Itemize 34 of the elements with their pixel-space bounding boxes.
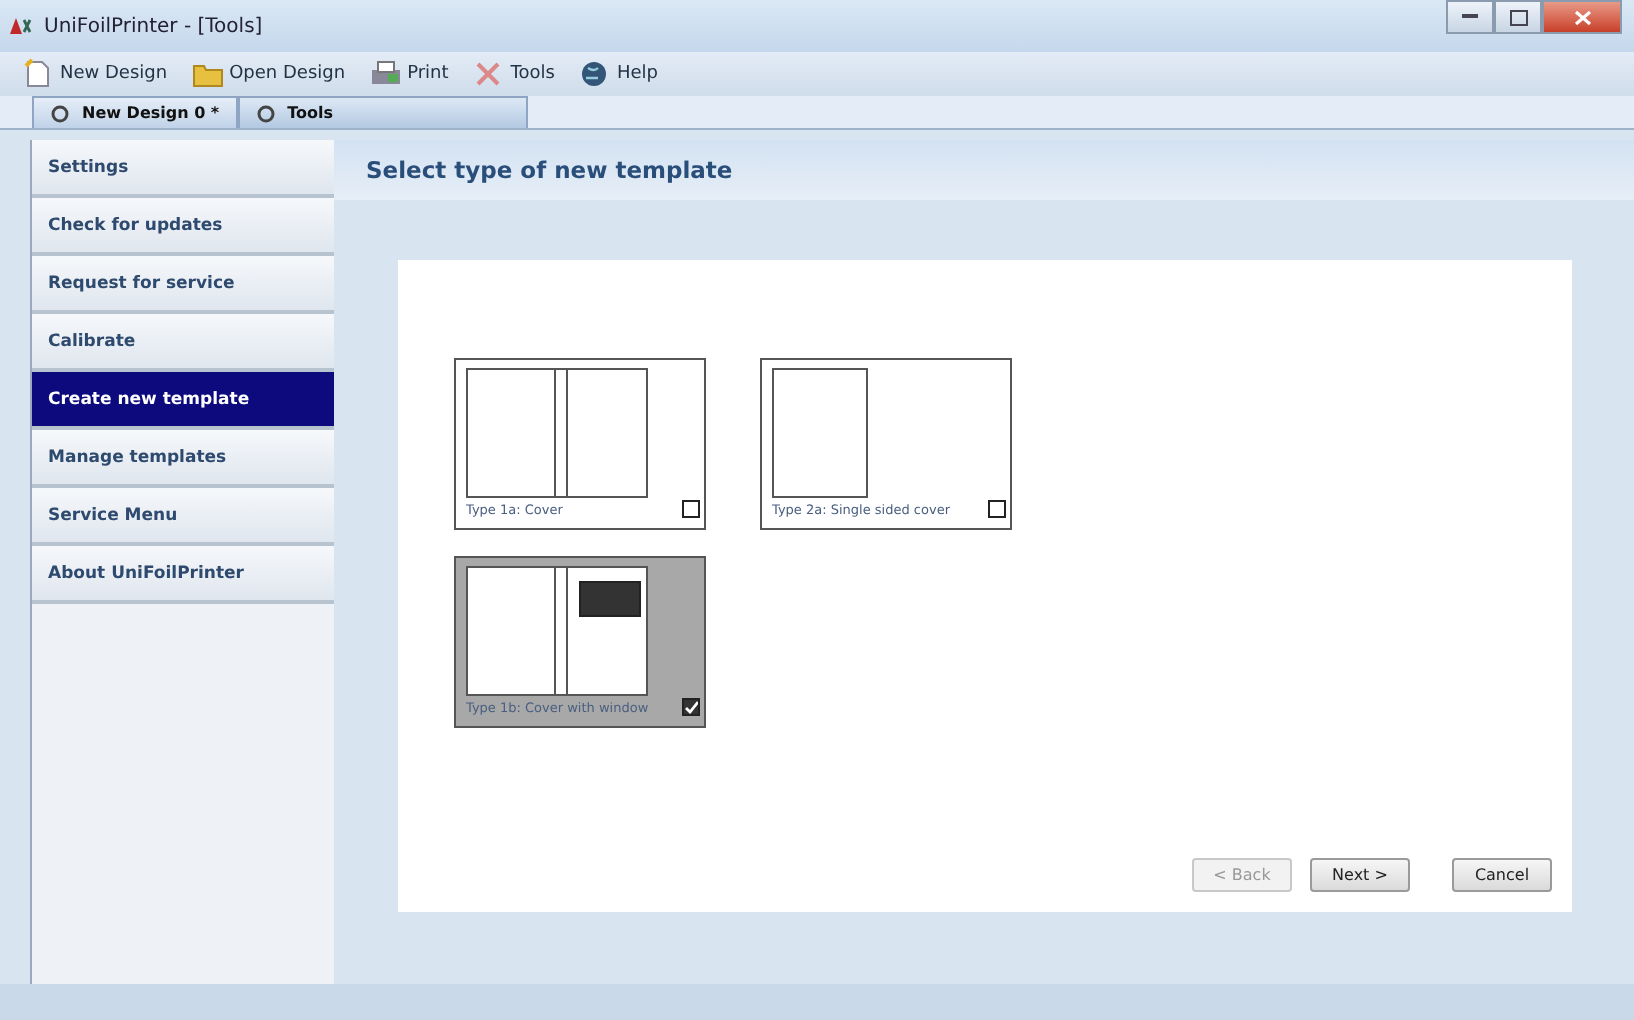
toolbar-button[interactable]: New Design	[16, 58, 174, 90]
page-icon	[22, 58, 54, 90]
sidebar-item[interactable]: Check for updates	[32, 198, 334, 256]
window-title: UniFoilPrinter - [Tools]	[44, 15, 263, 37]
wizard-button[interactable]: Next >	[1310, 858, 1410, 892]
tab[interactable]: New Design 0 *	[32, 96, 238, 128]
checkbox[interactable]	[682, 500, 700, 518]
maximize-button[interactable]	[1494, 0, 1542, 34]
wizard-button[interactable]: Cancel	[1452, 858, 1552, 892]
toolbar-button[interactable]: Open Design	[185, 58, 352, 90]
page-heading: Select type of new template	[334, 140, 1634, 200]
sidebar-item[interactable]: Service Menu	[32, 488, 334, 546]
maximize-icon	[1509, 9, 1527, 25]
sidebar-item[interactable]: About UniFoilPrinter	[32, 546, 334, 604]
printer-icon	[369, 58, 402, 90]
close-icon	[1573, 9, 1591, 25]
sidebar-item[interactable]: Request for service	[32, 256, 334, 314]
minimize-button[interactable]	[1446, 0, 1494, 34]
checkbox[interactable]	[682, 698, 700, 716]
toolbar-button[interactable]: Print	[363, 58, 455, 90]
circle-icon	[50, 103, 70, 123]
close-button[interactable]	[1542, 0, 1622, 34]
circle-icon	[255, 103, 276, 123]
sidebar-item[interactable]: Settings	[32, 140, 334, 198]
page-layout-drawing	[772, 368, 870, 500]
globe-icon	[578, 58, 611, 90]
toolbar-button[interactable]: Help	[572, 58, 664, 90]
sidebar-item[interactable]: Calibrate	[32, 314, 334, 372]
toolbar-button[interactable]: Tools	[466, 58, 561, 90]
checkbox[interactable]	[988, 500, 1006, 518]
minimize-icon	[1462, 14, 1478, 20]
sidebar-item[interactable]: Create new template	[32, 372, 334, 430]
tab[interactable]: Tools	[237, 96, 528, 128]
sidebar-item[interactable]: Manage templates	[32, 430, 334, 488]
